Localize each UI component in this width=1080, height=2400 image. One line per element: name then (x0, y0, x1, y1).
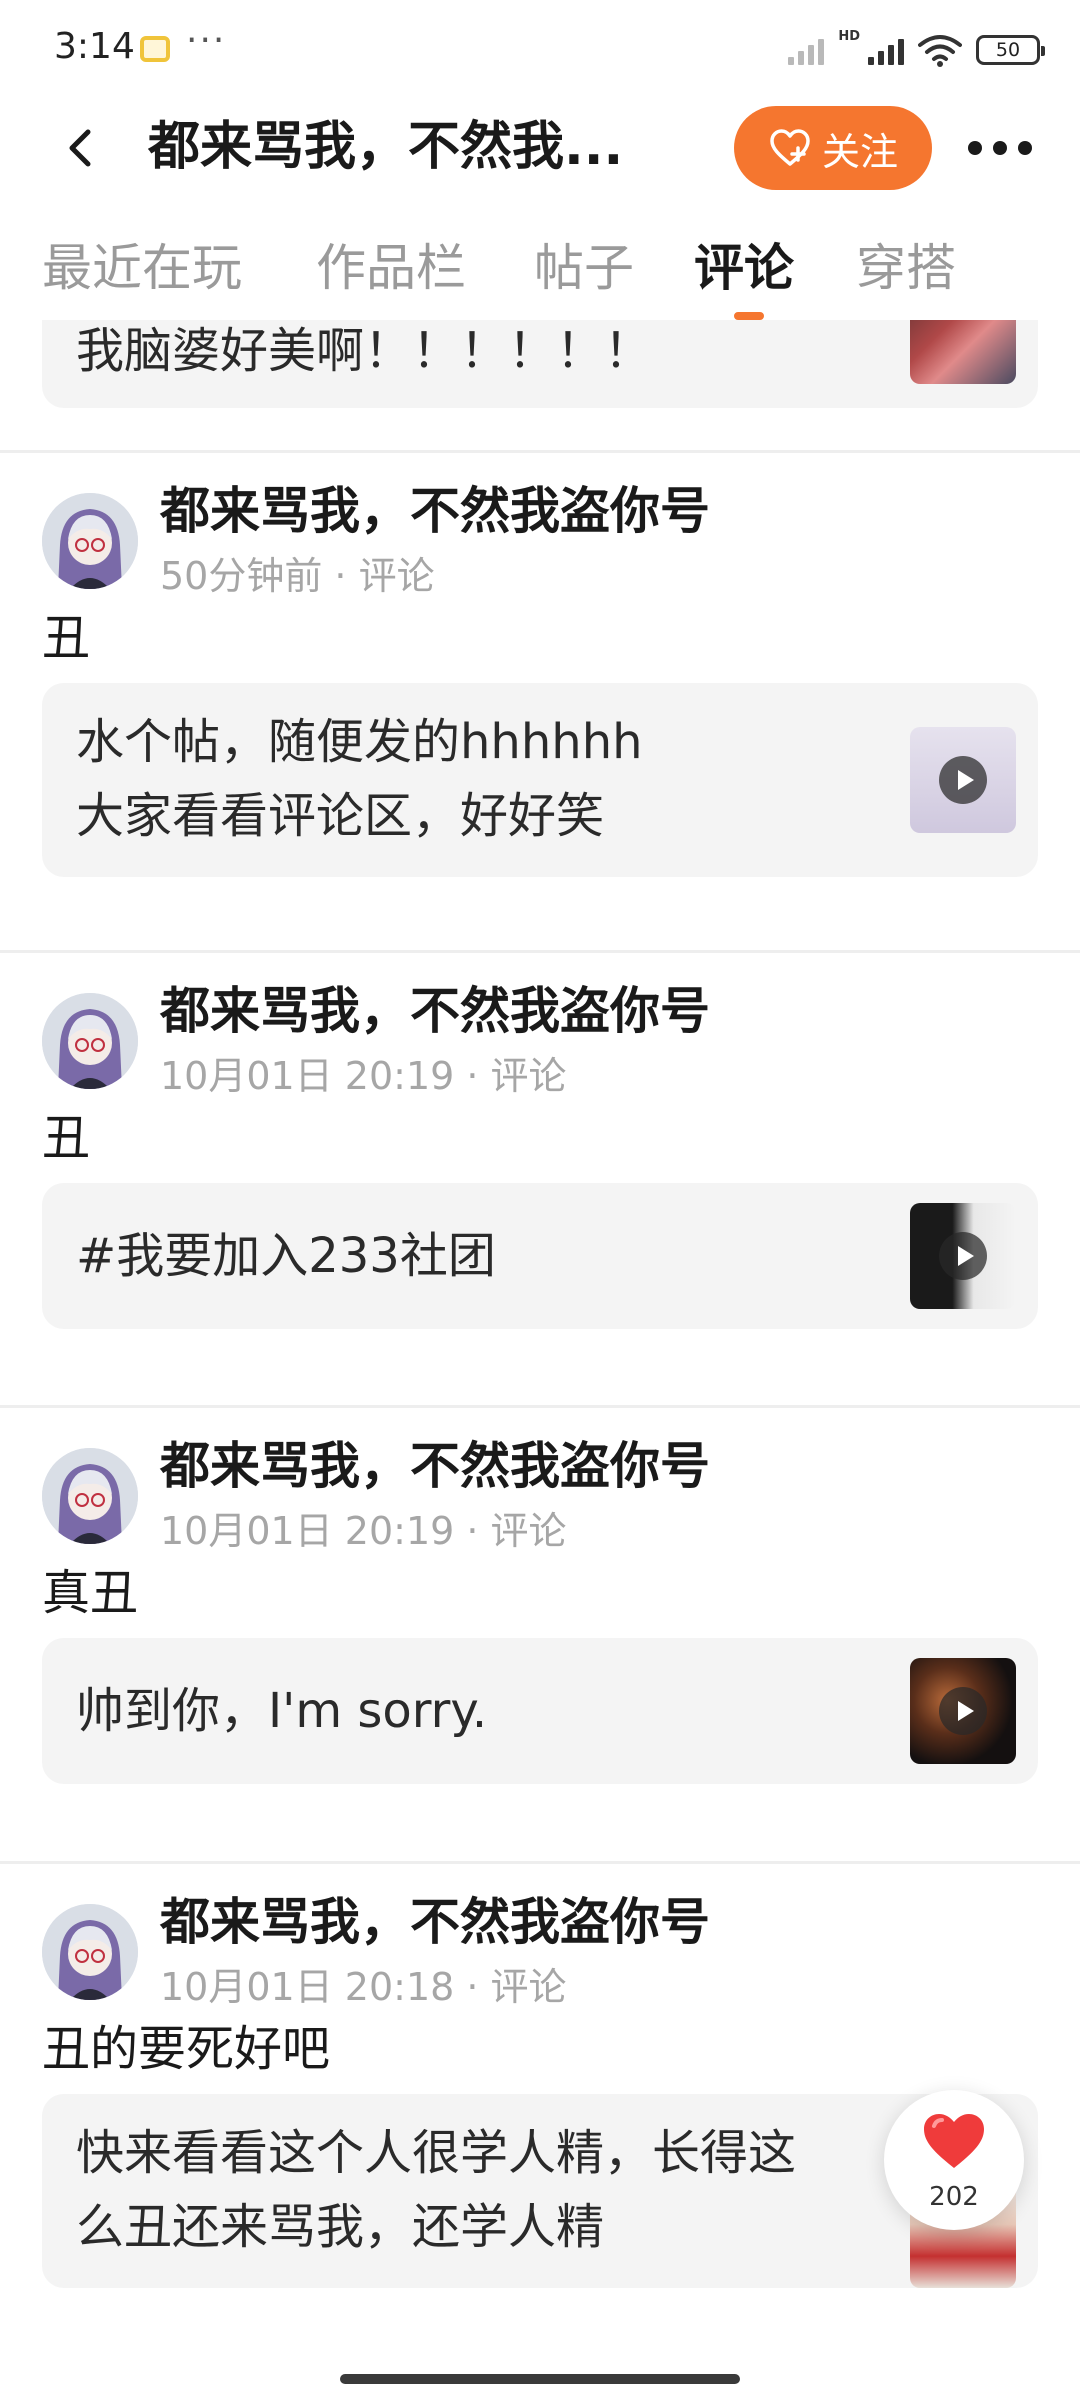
avatar[interactable] (42, 1904, 138, 2000)
avatar[interactable] (42, 493, 138, 589)
referenced-post-card[interactable]: #我要加入233社团 (42, 1183, 1038, 1329)
like-count: 202 (929, 2182, 979, 2212)
signal-sim1-icon (788, 35, 825, 65)
comment-text: 真丑 (42, 1565, 139, 1621)
heart-plus-icon (770, 129, 810, 166)
battery-icon: 50 (976, 35, 1045, 65)
avatar[interactable] (42, 1448, 138, 1544)
status-icons: HD 50 (788, 28, 1045, 70)
card-text: 我脑婆好美啊！！！！！！ (76, 323, 653, 379)
play-icon (939, 1687, 987, 1735)
author-name[interactable]: 都来骂我，不然我盗你号 (160, 1890, 710, 1954)
notification-app-icon (140, 36, 170, 62)
page-title: 都来骂我，不然我... (148, 117, 624, 177)
profile-comments-page: 3:14 ··· HD 50 都来骂我，不然我... 关注 最近在玩 作品栏 帖… (0, 0, 1080, 2400)
home-indicator[interactable] (340, 2374, 740, 2384)
comment-item[interactable]: 都来骂我，不然我盗你号 10月01日 20:19 · 评论 丑 #我要加入233… (0, 953, 1080, 1403)
profile-tabs: 最近在玩 作品栏 帖子 评论 穿搭 (0, 216, 1080, 320)
like-button[interactable]: 202 (884, 2090, 1024, 2230)
post-meta: 10月01日 20:18 · 评论 (160, 1965, 567, 2009)
signal-sim2-icon (868, 35, 904, 65)
author-name[interactable]: 都来骂我，不然我盗你号 (160, 1434, 710, 1498)
referenced-post-card[interactable]: 我脑婆好美啊！！！！！！ (42, 320, 1038, 408)
card-text-line: 快来看看这个人很学人精，长得这 (76, 2125, 797, 2181)
hd-label: HD (838, 28, 860, 44)
video-thumbnail (910, 1658, 1016, 1764)
author-name[interactable]: 都来骂我，不然我盗你号 (160, 979, 710, 1043)
comment-text: 丑的要死好吧 (42, 2021, 331, 2077)
referenced-post-card[interactable]: 帅到你，I'm sorry. (42, 1638, 1038, 1784)
comments-feed[interactable]: 我脑婆好美啊！！！！！！ 都来骂我，不然我盗你号 50分钟前 · 评论 丑 水个… (0, 320, 1080, 2350)
top-app-bar: 都来骂我，不然我... 关注 (0, 96, 1080, 200)
post-meta: 50分钟前 · 评论 (160, 554, 435, 598)
post-meta: 10月01日 20:19 · 评论 (160, 1054, 567, 1098)
card-text-line: 么丑还来骂我，还学人精 (76, 2199, 605, 2255)
tab-posts[interactable]: 帖子 (534, 228, 634, 300)
tab-comments[interactable]: 评论 (694, 228, 794, 300)
status-time: 3:14 (54, 26, 135, 67)
more-notifications-icon: ··· (186, 20, 227, 61)
video-thumbnail (910, 1203, 1016, 1309)
card-text-line: 水个帖，随便发的hhhhhh (76, 714, 643, 770)
avatar[interactable] (42, 993, 138, 1089)
video-thumbnail (910, 727, 1016, 833)
referenced-post-card[interactable]: 水个帖，随便发的hhhhhh 大家看看评论区，好好笑 (42, 683, 1038, 877)
post-thumbnail (910, 320, 1016, 384)
active-tab-indicator (734, 312, 764, 320)
play-icon (939, 1232, 987, 1280)
comment-text: 丑 (42, 610, 91, 666)
comment-item[interactable]: 都来骂我，不然我盗你号 50分钟前 · 评论 丑 水个帖，随便发的hhhhhh … (0, 453, 1080, 903)
tab-outfits[interactable]: 穿搭 (856, 228, 956, 300)
tab-works[interactable]: 作品栏 (316, 228, 466, 300)
comment-item[interactable]: 都来骂我，不然我盗你号 10月01日 20:19 · 评论 真丑 帅到你，I'm… (0, 1408, 1080, 1858)
play-icon (939, 756, 987, 804)
card-text-line: 帅到你，I'm sorry. (76, 1683, 488, 1739)
back-arrow-icon[interactable] (58, 124, 106, 172)
heart-icon (924, 2114, 984, 2168)
post-meta: 10月01日 20:19 · 评论 (160, 1509, 567, 1553)
tab-recently-played[interactable]: 最近在玩 (42, 228, 242, 300)
card-text-line: 大家看看评论区，好好笑 (76, 788, 605, 844)
status-bar: 3:14 ··· HD 50 (0, 0, 1080, 96)
wifi-icon (918, 35, 962, 67)
follow-label: 关注 (821, 129, 898, 174)
card-text-line: #我要加入233社团 (76, 1228, 496, 1284)
comment-text: 丑 (42, 1110, 91, 1166)
follow-button[interactable]: 关注 (734, 106, 932, 190)
author-name[interactable]: 都来骂我，不然我盗你号 (160, 479, 710, 543)
more-options-icon[interactable] (968, 122, 1032, 174)
